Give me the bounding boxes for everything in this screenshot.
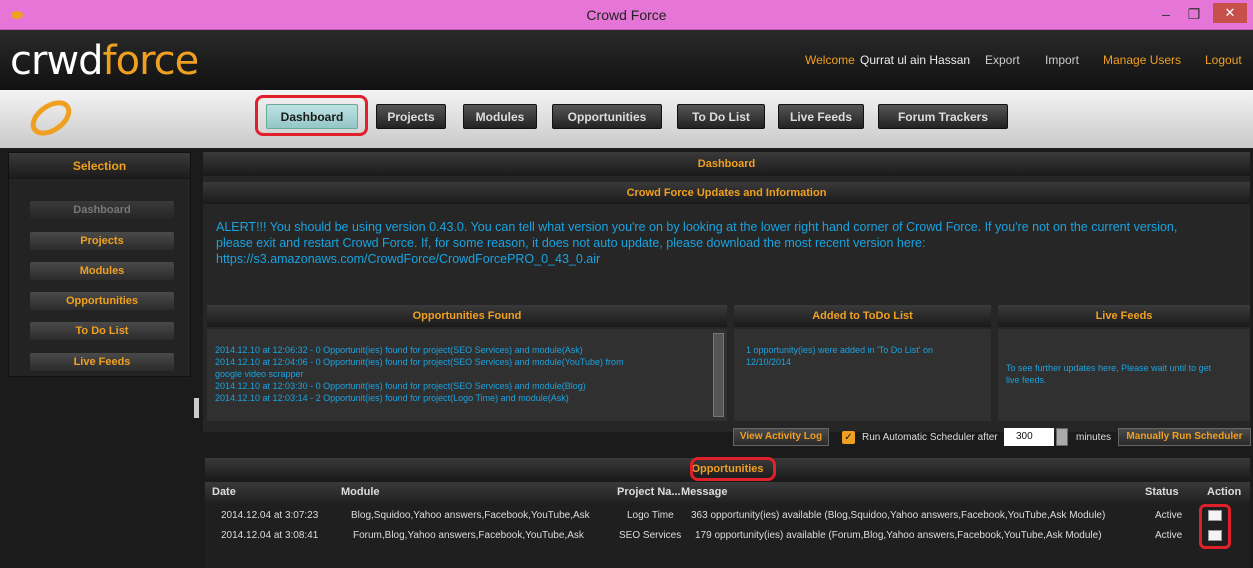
user-name: Qurrat ul ain Hassan (860, 53, 971, 67)
selection-sidebar: Selection Dashboard Projects Modules Opp… (8, 152, 191, 377)
main-nav: Dashboard Projects Modules Opportunities… (0, 90, 1253, 148)
updates-title: Crowd Force Updates and Information (203, 182, 1250, 204)
minimize-button[interactable]: – (1155, 4, 1177, 24)
close-button[interactable]: ✕ (1213, 3, 1247, 23)
nav-dashboard[interactable]: Dashboard (266, 104, 358, 129)
crowdforce-emblem-icon (30, 100, 72, 136)
nav-opportunities[interactable]: Opportunities (552, 104, 662, 129)
download-link[interactable]: https://s3.amazonaws.com/CrowdForce/Crow… (216, 251, 1246, 267)
nav-live-feeds[interactable]: Live Feeds (778, 104, 864, 129)
opportunities-found-log: 2014.12.10 at 12:06:32 - 0 Opportunit(ie… (207, 329, 727, 421)
sidebar-item-dashboard[interactable]: Dashboard (30, 201, 174, 219)
run-scheduler-label: Run Automatic Scheduler after (862, 432, 998, 443)
minutes-input[interactable]: 300 (1004, 428, 1054, 446)
row-action-icon[interactable] (1208, 510, 1222, 521)
opportunities-table-title: Opportunities (205, 458, 1250, 480)
brand-bar: crwdforce Welcome Qurrat ul ain Hassan E… (0, 30, 1253, 90)
col-status[interactable]: Status (1145, 486, 1179, 498)
dashboard-title: Dashboard (203, 152, 1250, 176)
dashboard-panel: Dashboard Crowd Force Updates and Inform… (203, 152, 1250, 432)
opportunities-table: Date Module Project Na... Message Status… (205, 482, 1250, 568)
sidebar-item-projects[interactable]: Projects (30, 232, 174, 250)
manage-users-link[interactable]: Manage Users (1103, 53, 1181, 67)
welcome-label: Welcome (805, 53, 855, 67)
minutes-label: minutes (1076, 432, 1112, 443)
col-message[interactable]: Message (681, 486, 727, 498)
top-links: Welcome Qurrat ul ain Hassan Export Impo… (0, 53, 1253, 73)
sidebar-item-todo-list[interactable]: To Do List (30, 322, 174, 340)
col-project[interactable]: Project Na... (617, 486, 681, 498)
row-action-icon[interactable] (1208, 530, 1222, 541)
nav-projects[interactable]: Projects (376, 104, 446, 129)
window-titlebar: Crowd Force – ❐ ✕ (0, 0, 1253, 30)
minutes-spinner[interactable] (1056, 428, 1068, 446)
opportunities-found-title: Opportunities Found (207, 305, 727, 327)
export-link[interactable]: Export (985, 53, 1020, 67)
nav-forum-trackers[interactable]: Forum Trackers (878, 104, 1008, 129)
version-alert: ALERT!!! You should be using version 0.4… (216, 219, 1246, 267)
manually-run-scheduler-button[interactable]: Manually Run Scheduler (1118, 428, 1251, 446)
sidebar-item-modules[interactable]: Modules (30, 262, 174, 280)
live-feeds-title: Live Feeds (998, 305, 1250, 327)
live-feeds-panel: To see further updates here, Please wait… (998, 329, 1250, 421)
table-row[interactable]: 2014.12.04 at 3:07:23 Blog,Squidoo,Yahoo… (205, 506, 1250, 525)
sidebar-item-opportunities[interactable]: Opportunities (30, 292, 174, 310)
window-title: Crowd Force (586, 7, 667, 23)
added-todo-log: 1 opportunity(ies) were added in 'To Do … (734, 329, 991, 421)
nav-todo-list[interactable]: To Do List (677, 104, 765, 129)
col-module[interactable]: Module (341, 486, 380, 498)
nav-modules[interactable]: Modules (463, 104, 537, 129)
log-scrollbar[interactable] (713, 333, 724, 417)
view-activity-log-button[interactable]: View Activity Log (733, 428, 829, 446)
col-date[interactable]: Date (212, 486, 236, 498)
restore-button[interactable]: ❐ (1183, 4, 1205, 24)
added-todo-title: Added to ToDo List (734, 305, 991, 327)
table-header: Date Module Project Na... Message Status… (205, 482, 1250, 502)
run-scheduler-checkbox[interactable]: ✓ (842, 431, 855, 444)
table-row[interactable]: 2014.12.04 at 3:08:41 Forum,Blog,Yahoo a… (205, 526, 1250, 545)
sidebar-collapse-handle[interactable] (194, 398, 199, 418)
import-link[interactable]: Import (1045, 53, 1079, 67)
sidebar-item-live-feeds[interactable]: Live Feeds (30, 353, 174, 371)
sidebar-title: Selection (9, 153, 190, 179)
logout-link[interactable]: Logout (1205, 53, 1242, 67)
col-action[interactable]: Action (1207, 486, 1241, 498)
